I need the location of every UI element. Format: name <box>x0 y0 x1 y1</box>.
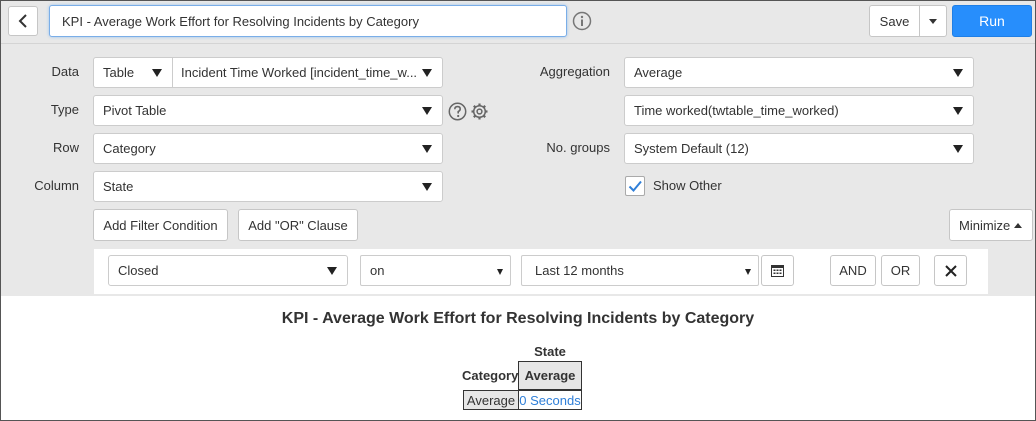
and-button[interactable]: AND <box>830 255 876 286</box>
aggregation-label: Aggregation <box>539 64 610 79</box>
row-value: Category <box>103 141 156 156</box>
report-config-panel: Data Table Incident Time Worked [inciden… <box>1 44 1035 296</box>
and-label: AND <box>839 263 867 278</box>
filter-field-value: Closed <box>118 263 159 278</box>
save-button[interactable]: Save <box>869 5 920 37</box>
or-label: OR <box>890 263 911 278</box>
dropdown-caret-icon <box>497 268 503 275</box>
minimize-label: Minimize <box>959 217 1011 233</box>
save-label: Save <box>879 13 910 29</box>
groups-select[interactable]: System Default (12) <box>624 133 974 164</box>
or-button[interactable]: OR <box>881 255 920 286</box>
filter-field-select[interactable]: Closed <box>108 255 348 286</box>
data-source-select[interactable]: Table <box>93 57 173 88</box>
pivot-column-group-header: State <box>534 344 566 359</box>
show-other-checkbox[interactable] <box>625 176 645 196</box>
back-button[interactable] <box>8 6 38 36</box>
date-picker-button[interactable] <box>761 255 794 286</box>
minimize-button[interactable]: Minimize <box>949 209 1033 241</box>
gear-icon[interactable] <box>470 102 489 121</box>
filter-operator-select[interactable]: on <box>360 255 511 286</box>
dropdown-caret-icon <box>953 106 963 115</box>
groups-label: No. groups <box>546 140 610 155</box>
run-label: Run <box>979 13 1005 29</box>
close-icon <box>944 264 957 277</box>
show-other-label: Show Other <box>653 178 722 193</box>
dropdown-caret-icon <box>327 266 337 275</box>
pivot-value-link[interactable]: 0 Seconds <box>518 390 582 410</box>
caret-down-icon <box>929 18 937 24</box>
dropdown-caret-icon <box>953 68 963 77</box>
data-label: Data <box>51 64 79 79</box>
remove-condition-button[interactable] <box>934 255 967 286</box>
dropdown-caret-icon <box>422 106 432 115</box>
filter-operator-value: on <box>370 263 385 278</box>
report-title: KPI - Average Work Effort for Resolving … <box>281 310 755 327</box>
aggregation-field-select[interactable]: Time worked(twtable_time_worked) <box>624 95 974 126</box>
dropdown-caret-icon <box>422 144 432 153</box>
report-title-input[interactable]: KPI - Average Work Effort for Resolving … <box>49 5 567 37</box>
add-or-clause-button[interactable]: Add "OR" Clause <box>238 209 358 241</box>
caret-up-icon <box>1014 222 1023 228</box>
pivot-row-label: Average <box>463 390 519 410</box>
pivot-row-header: Category <box>462 368 519 383</box>
filter-value: Last 12 months <box>535 263 624 278</box>
row-label: Row <box>52 140 79 155</box>
dropdown-caret-icon <box>745 268 751 275</box>
pivot-measure-header: Average <box>518 361 582 390</box>
type-select[interactable]: Pivot Table <box>93 95 443 126</box>
checkmark-icon <box>628 180 642 192</box>
groups-value: System Default (12) <box>634 141 749 156</box>
report-builder-window: KPI - Average Work Effort for Resolving … <box>0 0 1036 421</box>
dropdown-caret-icon <box>422 68 432 77</box>
info-icon[interactable] <box>572 11 592 31</box>
chevron-left-icon <box>18 14 27 28</box>
data-source-value: Table <box>103 65 135 80</box>
title-bar: KPI - Average Work Effort for Resolving … <box>1 1 1035 44</box>
filter-condition-row: Closed on Last 12 months AND OR <box>94 249 988 294</box>
type-value: Pivot Table <box>103 103 167 118</box>
save-options-button[interactable] <box>919 5 947 37</box>
row-select[interactable]: Category <box>93 133 443 164</box>
data-table-value: Incident Time Worked [incident_time_w... <box>181 65 418 80</box>
add-or-clause-label: Add "OR" Clause <box>248 217 348 233</box>
filter-value-select[interactable]: Last 12 months <box>521 255 759 286</box>
column-select[interactable]: State <box>93 171 443 202</box>
aggregation-field-value: Time worked(twtable_time_worked) <box>634 103 839 118</box>
type-label: Type <box>50 102 79 117</box>
calendar-icon <box>771 265 784 277</box>
dropdown-caret-icon <box>152 68 162 77</box>
aggregation-value: Average <box>634 65 683 80</box>
add-filter-condition-button[interactable]: Add Filter Condition <box>93 209 228 241</box>
dropdown-caret-icon <box>422 182 432 191</box>
aggregation-select[interactable]: Average <box>624 57 974 88</box>
data-table-select[interactable]: Incident Time Worked [incident_time_w... <box>172 57 443 88</box>
dropdown-caret-icon <box>953 144 963 153</box>
add-filter-condition-label: Add Filter Condition <box>103 217 218 233</box>
help-icon[interactable] <box>448 102 467 121</box>
run-button[interactable]: Run <box>952 5 1032 37</box>
column-value: State <box>103 179 134 194</box>
column-label: Column <box>34 178 79 193</box>
